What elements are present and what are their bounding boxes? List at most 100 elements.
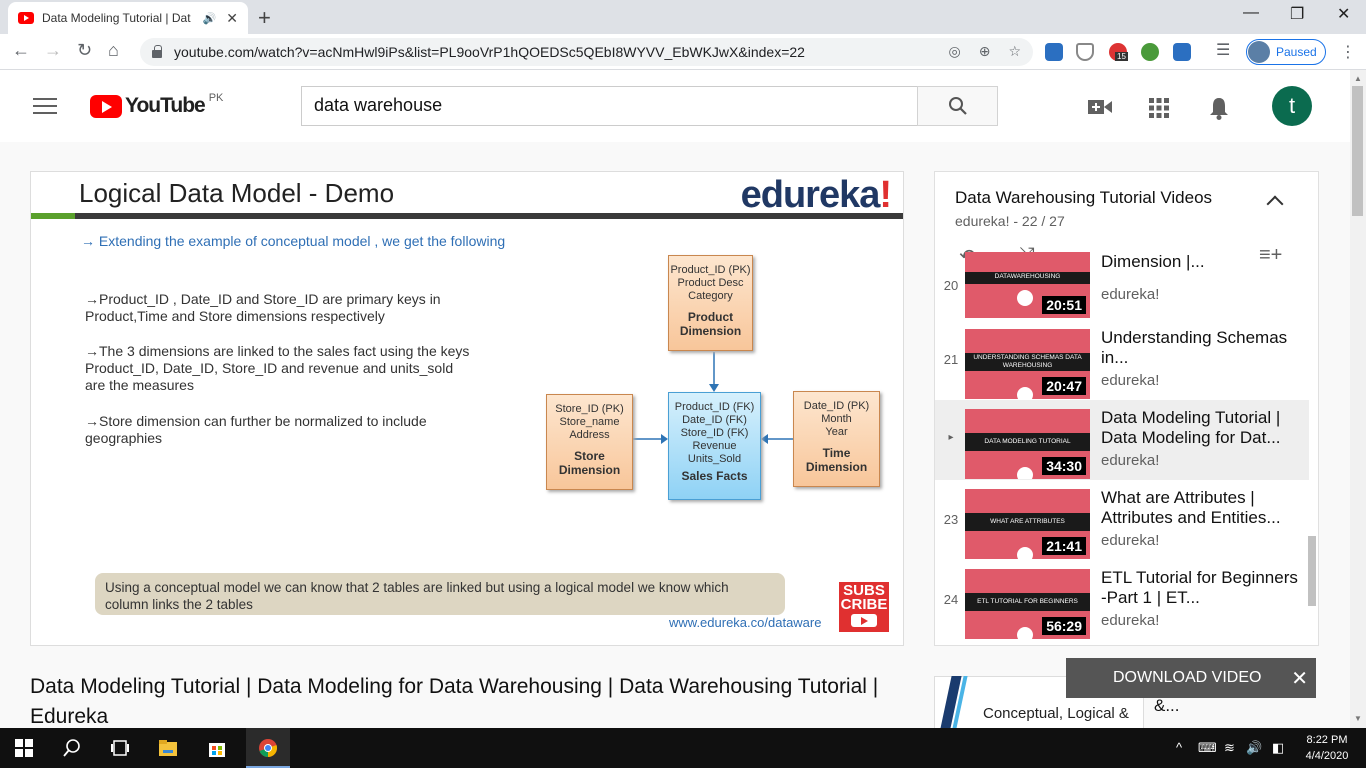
download-video-bar[interactable]: DOWNLOAD VIDEO ✕ (1066, 658, 1316, 698)
lock-icon (152, 45, 162, 58)
video-player[interactable]: Logical Data Model - Demo edureka! → Ext… (30, 171, 904, 646)
playlist-item-index: 20 (943, 278, 959, 293)
youtube-play-icon (90, 94, 122, 118)
bookmark-star-icon[interactable]: ☆ (1008, 43, 1021, 60)
search-icon[interactable] (62, 738, 82, 758)
playlist-item-title: ETL Tutorial for Beginners -Part 1 | ET.… (1101, 568, 1298, 607)
windows-start-icon[interactable] (14, 738, 34, 758)
playlist-meta: edureka! - 22 / 27 (955, 213, 1065, 229)
window-close-icon[interactable]: ✕ (1337, 4, 1350, 24)
time-dimension-box: Date_ID (PK) Month Year Time Dimension (793, 391, 880, 487)
playlist-title[interactable]: Data Warehousing Tutorial Videos (955, 188, 1212, 208)
clock-time: 8:22 PM (1306, 734, 1348, 746)
playlist-item[interactable]: 23 WHAT ARE ATTRIBUTES 21:41 What are At… (935, 480, 1309, 560)
video-thumbnail: ETL TUTORIAL FOR BEGINNERS 56:29 (965, 569, 1090, 639)
playlist-item[interactable]: 21 UNDERSTANDING SCHEMAS DATA WAREHOUSIN… (935, 320, 1309, 400)
file-explorer-icon[interactable] (158, 738, 178, 758)
product-dimension-box: Product_ID (PK) Product Desc Category Pr… (668, 255, 753, 351)
playlist-item-title: Understanding Schemas in... (1101, 328, 1288, 367)
country-code: PK (208, 92, 224, 104)
profile-button[interactable]: Paused (1246, 39, 1326, 65)
extension-green-icon[interactable] (1141, 43, 1159, 61)
adblock-icon[interactable]: 15 (1109, 43, 1128, 61)
address-bar[interactable]: youtube.com/watch?v=acNmHwl9iPs&list=PL9… (140, 38, 1033, 66)
system-clock[interactable]: 8:22 PM 4/4/2020 (1296, 732, 1358, 764)
video-title: Data Modeling Tutorial | Data Modeling f… (30, 675, 879, 728)
page-scrollbar[interactable]: ▲ ▼ (1350, 70, 1366, 728)
tab-title: Data Modeling Tutorial | Dat (42, 11, 191, 25)
search-input[interactable]: data warehouse (301, 86, 918, 126)
clock-date: 4/4/2020 (1305, 750, 1349, 762)
youtube-logo[interactable]: YouTube PK (90, 92, 224, 118)
scrollbar-thumb[interactable] (1352, 86, 1363, 216)
video-thumbnail: DATAWAREHOUSING 20:51 (965, 252, 1090, 318)
video-duration: 21:41 (1042, 537, 1086, 555)
shield-icon[interactable] (1076, 43, 1094, 61)
playlist-item-title: Data Modeling Tutorial | Data Modeling f… (1101, 408, 1281, 447)
youtube-header: YouTube PK data warehouse t (0, 70, 1350, 142)
account-avatar[interactable]: t (1272, 86, 1312, 126)
youtube-wordmark: YouTube (125, 94, 206, 117)
notifications-bell-icon[interactable] (1209, 96, 1229, 125)
playlist-item[interactable]: 24 ETL TUTORIAL FOR BEGINNERS 56:29 ETL … (935, 560, 1309, 640)
collapse-chevron-icon[interactable] (1266, 195, 1284, 213)
task-view-icon[interactable] (110, 738, 130, 758)
browser-tab[interactable]: Data Modeling Tutorial | Dat 🔊 ✕ (8, 2, 248, 34)
playlist-scrollbar-thumb[interactable] (1308, 536, 1316, 606)
speaker-icon[interactable]: 🔊 (203, 12, 217, 25)
language-icon[interactable]: ◧ (1272, 740, 1284, 756)
playlist-item-channel: edureka! (1101, 612, 1160, 629)
home-icon[interactable]: ⌂ (108, 40, 119, 61)
zoom-icon[interactable]: ⊕ (979, 43, 991, 60)
sales-facts-box: Product_ID (FK) Date_ID (FK) Store_ID (F… (668, 392, 761, 500)
playlist-panel: Data Warehousing Tutorial Videos edureka… (934, 171, 1319, 646)
playlist-item-index: 21 (943, 352, 959, 367)
apps-grid-icon[interactable] (1149, 98, 1169, 123)
new-tab-button[interactable]: + (258, 5, 271, 31)
now-playing-icon: ▸ (948, 432, 954, 443)
menu-icon[interactable] (33, 98, 57, 114)
playlist-item-channel: edureka! (1101, 532, 1160, 549)
video-duration: 56:29 (1042, 617, 1086, 635)
profile-status: Paused (1276, 45, 1317, 59)
windows-taskbar: ^ ⌨ ≋ 🔊 ◧ 8:22 PM 4/4/2020 (0, 728, 1366, 768)
badge-count: 15 (1115, 52, 1128, 61)
browser-menu-icon[interactable]: ⋮ (1340, 42, 1356, 62)
video-duration: 34:30 (1042, 457, 1086, 475)
store-dimension-box: Store_ID (PK) Store_name Address Store D… (546, 394, 633, 490)
download-video-label[interactable]: DOWNLOAD VIDEO (1113, 669, 1261, 687)
reload-icon[interactable]: ↻ (77, 40, 92, 61)
create-video-icon[interactable] (1088, 98, 1112, 121)
playlist-item-title: What are Attributes | Attributes and Ent… (1101, 488, 1281, 527)
play-icon (851, 614, 877, 627)
forward-icon[interactable]: → (44, 40, 62, 61)
video-thumbnail: WHAT ARE ATTRIBUTES 21:41 (965, 489, 1090, 559)
subscribe-button[interactable]: SUBS CRIBE (839, 582, 889, 632)
store-icon[interactable] (207, 738, 227, 758)
back-icon[interactable]: ← (12, 40, 30, 61)
wifi-icon[interactable]: ≋ (1224, 740, 1235, 756)
url-text: youtube.com/watch?v=acNmHwl9iPs&list=PL9… (174, 44, 805, 60)
video-thumbnail: UNDERSTANDING SCHEMAS DATA WAREHOUSING 2… (965, 329, 1090, 399)
playlist-item-channel: edureka! (1101, 372, 1160, 389)
tab-close-icon[interactable]: ✕ (226, 10, 238, 27)
camera-blocked-icon[interactable]: ◎ (948, 43, 960, 60)
extension-blue-icon[interactable] (1173, 43, 1191, 61)
scroll-up-icon[interactable]: ▲ (1354, 74, 1362, 83)
reading-list-icon[interactable]: ☰ (1216, 40, 1230, 60)
search-button[interactable] (917, 86, 998, 126)
scroll-down-icon[interactable]: ▼ (1354, 714, 1362, 723)
playlist-item-current[interactable]: ▸ DATA MODELING TUTORIAL 34:30 Data Mode… (935, 400, 1309, 480)
volume-icon[interactable]: 🔊 (1246, 740, 1262, 756)
search-icon (948, 97, 967, 115)
chrome-taskbar-button[interactable] (246, 728, 290, 768)
chrome-icon (259, 739, 278, 757)
download-close-icon[interactable]: ✕ (1291, 666, 1308, 691)
restore-icon[interactable]: ❐ (1290, 4, 1304, 24)
extension-icon[interactable] (1045, 43, 1063, 61)
keyboard-language-icon[interactable]: ⌨ (1198, 740, 1217, 756)
playlist-item-index: 23 (943, 512, 959, 527)
show-hidden-icons-icon[interactable]: ^ (1176, 740, 1182, 755)
minimize-icon[interactable]: — (1243, 4, 1259, 22)
slide-caption: Using a conceptual model we can know tha… (95, 573, 785, 615)
